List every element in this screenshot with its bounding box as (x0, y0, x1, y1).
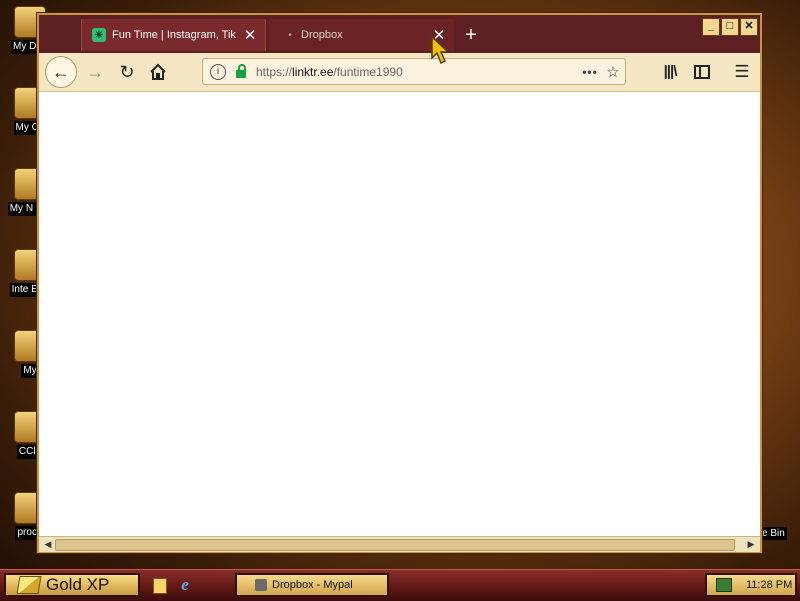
arrow-left-icon: ← (52, 62, 70, 82)
scroll-left-icon[interactable]: ◀ (43, 539, 53, 549)
bookmark-star-icon[interactable]: ☆ (601, 63, 625, 81)
reload-icon: ↻ (119, 62, 135, 82)
lock-icon[interactable] (236, 63, 246, 78)
horizontal-scrollbar[interactable]: ◀ ▶ (39, 536, 760, 552)
window-controls: _ □ ✕ (702, 18, 758, 36)
new-tab-button[interactable]: + (459, 23, 483, 47)
address-bar[interactable]: i https://linktr.ee/funtime1990 ••• ☆ (202, 58, 626, 85)
scrollbar-thumb[interactable] (55, 539, 735, 551)
home-button[interactable] (145, 59, 171, 85)
forward-button[interactable]: → (82, 59, 108, 85)
start-button[interactable]: Gold XP (4, 573, 140, 597)
tab-title: Fun Time | Instagram, Tik (112, 29, 236, 41)
quicklaunch-folder-icon[interactable] (153, 578, 167, 594)
url-text[interactable]: https://linktr.ee/funtime1990 (256, 65, 579, 79)
reload-button[interactable]: ↻ (114, 59, 140, 85)
close-window-button[interactable]: ✕ (740, 18, 758, 36)
tab-dropbox[interactable]: • Dropbox ✕ (269, 19, 454, 51)
page-content[interactable] (39, 92, 760, 536)
linktree-icon: ✳ (92, 28, 106, 42)
clock[interactable]: 11:28 PM (746, 579, 792, 591)
page-actions-button[interactable]: ••• (579, 65, 601, 79)
taskbar-button-dropbox-mypal[interactable]: Dropbox - Mypal (235, 573, 389, 597)
home-icon (150, 63, 166, 80)
desktop-icon-label: e Bin (760, 527, 787, 540)
library-icon: |||\ (663, 63, 678, 80)
start-label: Gold XP (46, 575, 110, 594)
info-icon[interactable]: i (210, 63, 226, 80)
url-host: linktr.ee (292, 64, 334, 79)
tab-close-icon[interactable]: ✕ (241, 26, 259, 44)
taskbar: Gold XP e Dropbox - Mypal 11:28 PM (0, 569, 800, 601)
sidebar-button[interactable] (691, 61, 713, 83)
scroll-right-icon[interactable]: ▶ (746, 539, 756, 549)
sidebar-icon (694, 65, 710, 79)
mypal-icon (255, 579, 267, 591)
tab-title: Dropbox (301, 29, 343, 41)
browser-window: ✳ Fun Time | Instagram, Tik ✕ • Dropbox … (37, 13, 762, 553)
quicklaunch-ie-icon[interactable]: e (176, 576, 194, 594)
desktop-icon-recycle-bin[interactable]: e Bin (760, 523, 800, 541)
url-prefix: https:// (256, 64, 293, 79)
pointer-cursor-icon (431, 36, 450, 65)
loading-dot-icon: • (288, 29, 292, 41)
maximize-button[interactable]: □ (721, 18, 739, 36)
system-tray: 11:28 PM (705, 573, 797, 597)
tab-fun-time[interactable]: ✳ Fun Time | Instagram, Tik ✕ (81, 19, 266, 51)
minimize-button[interactable]: _ (702, 18, 720, 36)
network-tray-icon[interactable] (716, 578, 732, 592)
arrow-right-icon: → (86, 62, 104, 82)
navigation-toolbar: ← → ↻ i https://linktr.ee/funtime1990 ••… (39, 53, 760, 92)
tab-bar: ✳ Fun Time | Instagram, Tik ✕ • Dropbox … (39, 15, 760, 53)
back-button[interactable]: ← (45, 56, 77, 88)
url-path: /funtime1990 (333, 64, 403, 79)
taskbar-button-label: Dropbox - Mypal (272, 579, 353, 591)
windows-flag-icon (16, 576, 42, 594)
library-button[interactable]: |||\ (659, 61, 681, 83)
menu-button[interactable]: ☰ (731, 61, 753, 83)
hamburger-icon: ☰ (734, 62, 750, 81)
